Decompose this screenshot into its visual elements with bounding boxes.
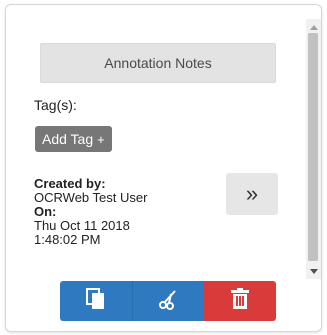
created-date: Thu Oct 11 2018	[34, 218, 130, 233]
cut-button[interactable]	[131, 281, 205, 321]
trash-icon	[231, 287, 250, 315]
annotation-notes-button[interactable]: Annotation Notes	[40, 43, 276, 83]
add-tag-button[interactable]: Add Tag +	[35, 126, 112, 152]
created-time: 1:48:02 PM	[34, 232, 101, 247]
copy-icon	[85, 287, 106, 315]
scissors-icon	[158, 288, 180, 315]
tags-label: Tag(s):	[34, 97, 77, 113]
expand-button[interactable]: »	[226, 173, 278, 215]
action-bar	[60, 281, 276, 321]
annotation-panel: Annotation Notes Tag(s): Add Tag + Creat…	[5, 4, 322, 332]
copy-button[interactable]	[60, 281, 132, 321]
scroll-up-icon[interactable]	[306, 21, 321, 33]
add-tag-label: Add Tag	[42, 131, 94, 147]
created-by-label: Created by:	[34, 176, 106, 191]
plus-icon: +	[97, 131, 105, 147]
scrollbar-thumb[interactable]	[308, 33, 318, 261]
on-label: On:	[34, 204, 57, 219]
delete-button[interactable]	[204, 281, 276, 321]
created-by-value: OCRWeb Test User	[34, 190, 148, 205]
annotation-meta: Created by: OCRWeb Test User On: Thu Oct…	[34, 177, 147, 247]
scroll-down-icon[interactable]	[306, 265, 321, 277]
double-chevron-right-icon: »	[245, 181, 259, 206]
